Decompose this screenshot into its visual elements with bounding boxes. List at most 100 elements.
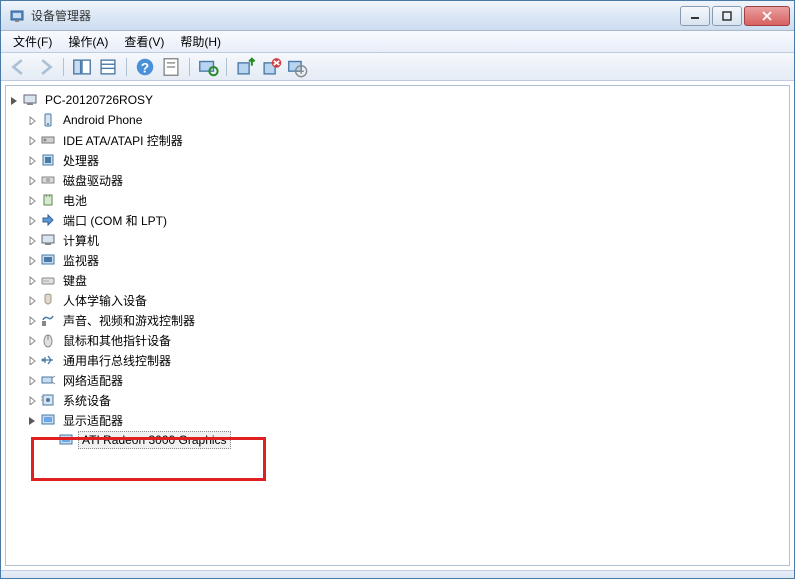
category-label: 系统设备 [60, 391, 114, 410]
tree-category-node[interactable]: 磁盘驱动器 [24, 170, 789, 190]
category-label: 磁盘驱动器 [60, 171, 126, 190]
expand-icon[interactable] [26, 274, 38, 286]
tree-category-node[interactable]: 显示适配器 [24, 410, 789, 430]
category-icon [40, 332, 56, 348]
category-icon [40, 412, 56, 428]
update-driver-button[interactable] [233, 56, 257, 78]
category-label: IDE ATA/ATAPI 控制器 [60, 131, 186, 150]
maximize-button[interactable] [712, 6, 742, 26]
menu-file[interactable]: 文件(F) [5, 31, 60, 52]
tree-device-node[interactable]: ATI Radeon 3000 Graphics [42, 430, 789, 450]
category-label: 键盘 [60, 271, 90, 290]
category-icon [40, 112, 56, 128]
expand-icon[interactable] [26, 234, 38, 246]
expand-icon[interactable] [26, 154, 38, 166]
category-label: 网络适配器 [60, 371, 126, 390]
category-icon [40, 232, 56, 248]
tree-category-node[interactable]: 监视器 [24, 250, 789, 270]
device-label: ATI Radeon 3000 Graphics [78, 431, 231, 449]
category-label: 显示适配器 [60, 411, 126, 430]
toolbar-separator [189, 58, 190, 76]
tree-category-node[interactable]: 鼠标和其他指针设备 [24, 330, 789, 350]
collapse-icon[interactable] [8, 94, 20, 106]
tree-category-node[interactable]: 系统设备 [24, 390, 789, 410]
category-label: 声音、视频和游戏控制器 [60, 311, 198, 330]
computer-icon [22, 92, 38, 108]
root-label: PC-20120726ROSY [42, 92, 156, 108]
expand-icon[interactable] [26, 174, 38, 186]
window-title: 设备管理器 [31, 7, 680, 24]
device-manager-window: 设备管理器 文件(F) 操作(A) 查看(V) 帮助(H) ? [0, 0, 795, 579]
svg-text:?: ? [141, 60, 149, 75]
expand-icon[interactable] [26, 194, 38, 206]
category-label: 监视器 [60, 251, 102, 270]
category-label: 鼠标和其他指针设备 [60, 331, 174, 350]
tree-category-node[interactable]: 计算机 [24, 230, 789, 250]
menu-view[interactable]: 查看(V) [116, 31, 172, 52]
expand-icon[interactable] [26, 314, 38, 326]
tree-category-node[interactable]: 处理器 [24, 150, 789, 170]
category-icon [40, 372, 56, 388]
tree-category-node[interactable]: 键盘 [24, 270, 789, 290]
tree-category-node[interactable]: 人体学输入设备 [24, 290, 789, 310]
category-icon [40, 252, 56, 268]
back-button[interactable] [7, 56, 31, 78]
app-icon [9, 8, 25, 24]
category-label: 端口 (COM 和 LPT) [60, 211, 170, 230]
tree-category-node[interactable]: 端口 (COM 和 LPT) [24, 210, 789, 230]
statusbar [1, 570, 794, 578]
category-icon [40, 212, 56, 228]
minimize-button[interactable] [680, 6, 710, 26]
menu-help[interactable]: 帮助(H) [172, 31, 229, 52]
expand-icon[interactable] [26, 414, 38, 426]
export-button[interactable] [96, 56, 120, 78]
category-icon [40, 272, 56, 288]
scan-hardware-button[interactable] [196, 56, 220, 78]
category-label: 电池 [60, 191, 90, 210]
display-adapter-icon [58, 432, 74, 448]
properties-button[interactable] [159, 56, 183, 78]
expand-icon[interactable] [26, 134, 38, 146]
expand-icon[interactable] [26, 254, 38, 266]
category-icon [40, 352, 56, 368]
expand-spacer [44, 434, 56, 446]
expand-icon[interactable] [26, 394, 38, 406]
toolbar-separator [226, 58, 227, 76]
category-icon [40, 152, 56, 168]
uninstall-button[interactable] [259, 56, 283, 78]
category-label: Android Phone [60, 112, 145, 128]
tree-category-node[interactable]: 网络适配器 [24, 370, 789, 390]
add-hardware-button[interactable] [285, 56, 309, 78]
toolbar: ? [1, 53, 794, 81]
expand-icon[interactable] [26, 334, 38, 346]
tree-category-node[interactable]: 通用串行总线控制器 [24, 350, 789, 370]
toolbar-separator [63, 58, 64, 76]
show-hide-tree-button[interactable] [70, 56, 94, 78]
tree-category-node[interactable]: 电池 [24, 190, 789, 210]
menu-action[interactable]: 操作(A) [60, 31, 116, 52]
device-tree[interactable]: PC-20120726ROSY Android Phone IDE ATA/ATA… [5, 85, 790, 566]
category-label: 通用串行总线控制器 [60, 351, 174, 370]
titlebar: 设备管理器 [1, 1, 794, 31]
category-icon [40, 132, 56, 148]
expand-icon[interactable] [26, 114, 38, 126]
category-icon [40, 172, 56, 188]
toolbar-separator [126, 58, 127, 76]
tree-category-node[interactable]: Android Phone [24, 110, 789, 130]
tree-category-node[interactable]: 声音、视频和游戏控制器 [24, 310, 789, 330]
category-icon [40, 312, 56, 328]
window-controls [680, 6, 790, 26]
close-button[interactable] [744, 6, 790, 26]
expand-icon[interactable] [26, 214, 38, 226]
tree-category-node[interactable]: IDE ATA/ATAPI 控制器 [24, 130, 789, 150]
expand-icon[interactable] [26, 354, 38, 366]
expand-icon[interactable] [26, 294, 38, 306]
tree-root-node[interactable]: PC-20120726ROSY [6, 90, 789, 110]
category-icon [40, 192, 56, 208]
forward-button[interactable] [33, 56, 57, 78]
menubar: 文件(F) 操作(A) 查看(V) 帮助(H) [1, 31, 794, 53]
category-icon [40, 292, 56, 308]
expand-icon[interactable] [26, 374, 38, 386]
category-label: 处理器 [60, 151, 102, 170]
help-button[interactable]: ? [133, 56, 157, 78]
